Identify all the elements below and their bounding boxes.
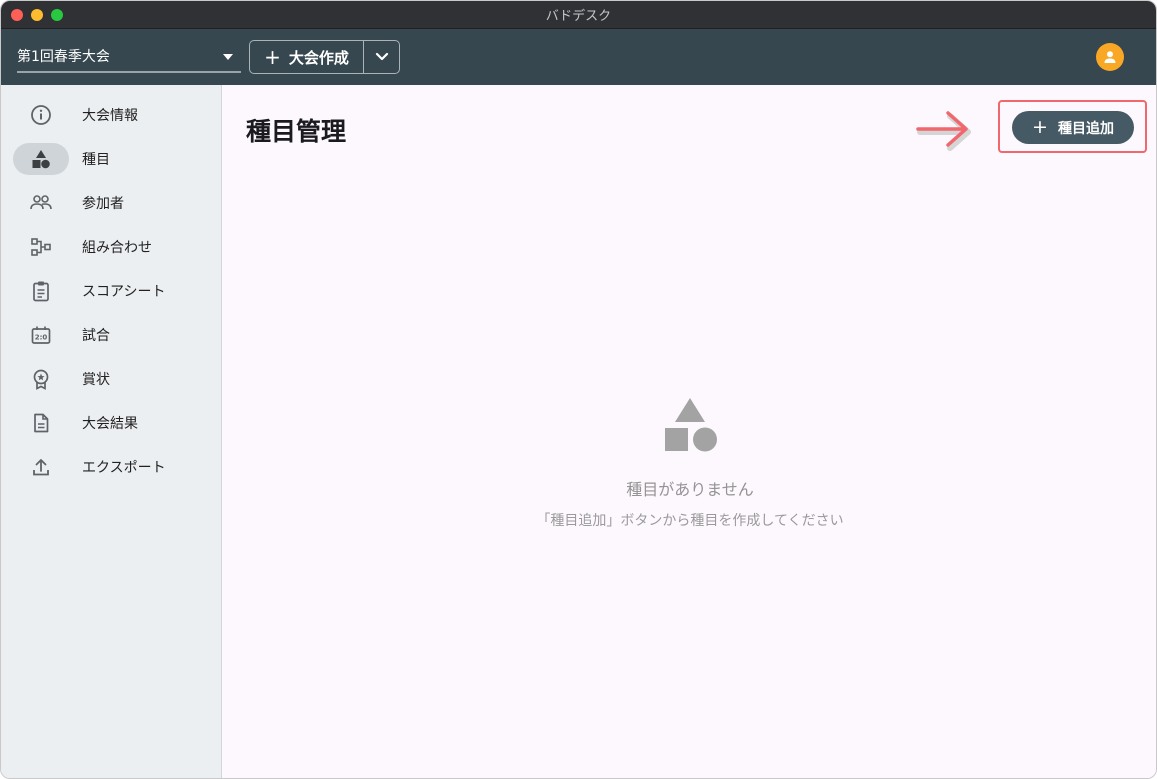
sidebar-item-label: 大会情報	[82, 108, 138, 124]
shapes-icon	[13, 143, 69, 175]
sidebar: 大会情報 種目 参加者 組み合わせ スコアシート 2:0 試合 賞状 大会結果 …	[1, 85, 222, 778]
award-icon	[13, 363, 69, 395]
create-tournament-button[interactable]: + 大会作成	[250, 41, 364, 73]
create-tournament-dropdown-button[interactable]	[364, 41, 399, 73]
sidebar-item-label: 参加者	[82, 196, 124, 212]
empty-state-title: 種目がありません	[626, 480, 754, 499]
document-icon	[13, 407, 69, 439]
sidebar-item-label: 賞状	[82, 372, 110, 388]
user-avatar-button[interactable]	[1096, 43, 1124, 71]
window-title: バドデスク	[545, 9, 612, 24]
close-window-button[interactable]	[11, 9, 23, 21]
app-bar: 第1回春季大会 + 大会作成	[1, 29, 1156, 85]
chevron-down-icon	[375, 52, 388, 61]
sidebar-item-label: 試合	[82, 328, 110, 344]
page-title: 種目管理	[246, 117, 347, 146]
tournament-select[interactable]: 第1回春季大会	[17, 41, 241, 73]
arrow-right-icon	[916, 111, 971, 151]
create-tournament-button-group: + 大会作成	[249, 40, 400, 74]
people-icon	[13, 187, 69, 219]
maximize-window-button[interactable]	[51, 9, 63, 21]
sidebar-item-participants[interactable]: 参加者	[13, 187, 213, 219]
sidebar-item-certificates[interactable]: 賞状	[13, 363, 213, 395]
sidebar-item-results[interactable]: 大会結果	[13, 407, 213, 439]
sidebar-item-bracket[interactable]: 組み合わせ	[13, 231, 213, 263]
create-tournament-label: 大会作成	[288, 48, 349, 67]
add-event-label: 種目追加	[1057, 120, 1114, 137]
sidebar-item-events[interactable]: 種目	[13, 143, 213, 175]
plus-icon: +	[1032, 116, 1048, 138]
sidebar-item-tournament-info[interactable]: 大会情報	[13, 99, 213, 131]
sidebar-item-export[interactable]: エクスポート	[13, 451, 213, 483]
title-bar: バドデスク	[1, 1, 1156, 29]
window-controls	[11, 9, 63, 21]
tournament-select-value: 第1回春季大会	[17, 49, 110, 65]
sidebar-item-label: 大会結果	[82, 416, 138, 432]
shapes-icon	[665, 398, 717, 452]
sidebar-item-matches[interactable]: 2:0 試合	[13, 319, 213, 351]
person-icon	[1104, 51, 1116, 63]
empty-state-description: 「種目追加」ボタンから種目を作成してください	[536, 513, 844, 529]
add-event-button[interactable]: + 種目追加	[1012, 111, 1134, 144]
app-window: バドデスク 第1回春季大会 + 大会作成 大会情報 種目 参加者 組み合わせ ス…	[0, 0, 1157, 779]
upload-icon	[13, 451, 69, 483]
sidebar-item-label: 組み合わせ	[82, 240, 152, 256]
minimize-window-button[interactable]	[31, 9, 43, 21]
caret-down-icon	[223, 54, 233, 60]
sidebar-item-label: スコアシート	[82, 284, 166, 300]
clipboard-icon	[13, 275, 69, 307]
info-icon	[13, 99, 69, 131]
sidebar-item-label: エクスポート	[82, 460, 166, 476]
scoreboard-icon: 2:0	[13, 319, 69, 351]
sidebar-item-score-sheet[interactable]: スコアシート	[13, 275, 213, 307]
sidebar-item-label: 種目	[82, 152, 110, 168]
svg-text:2:0: 2:0	[35, 334, 48, 342]
main-content: 種目管理 + 種目追加 種目がありません 「種目追加」ボタンから種目を作成してく…	[222, 85, 1156, 778]
bracket-icon	[13, 231, 69, 263]
plus-icon: +	[264, 45, 281, 69]
